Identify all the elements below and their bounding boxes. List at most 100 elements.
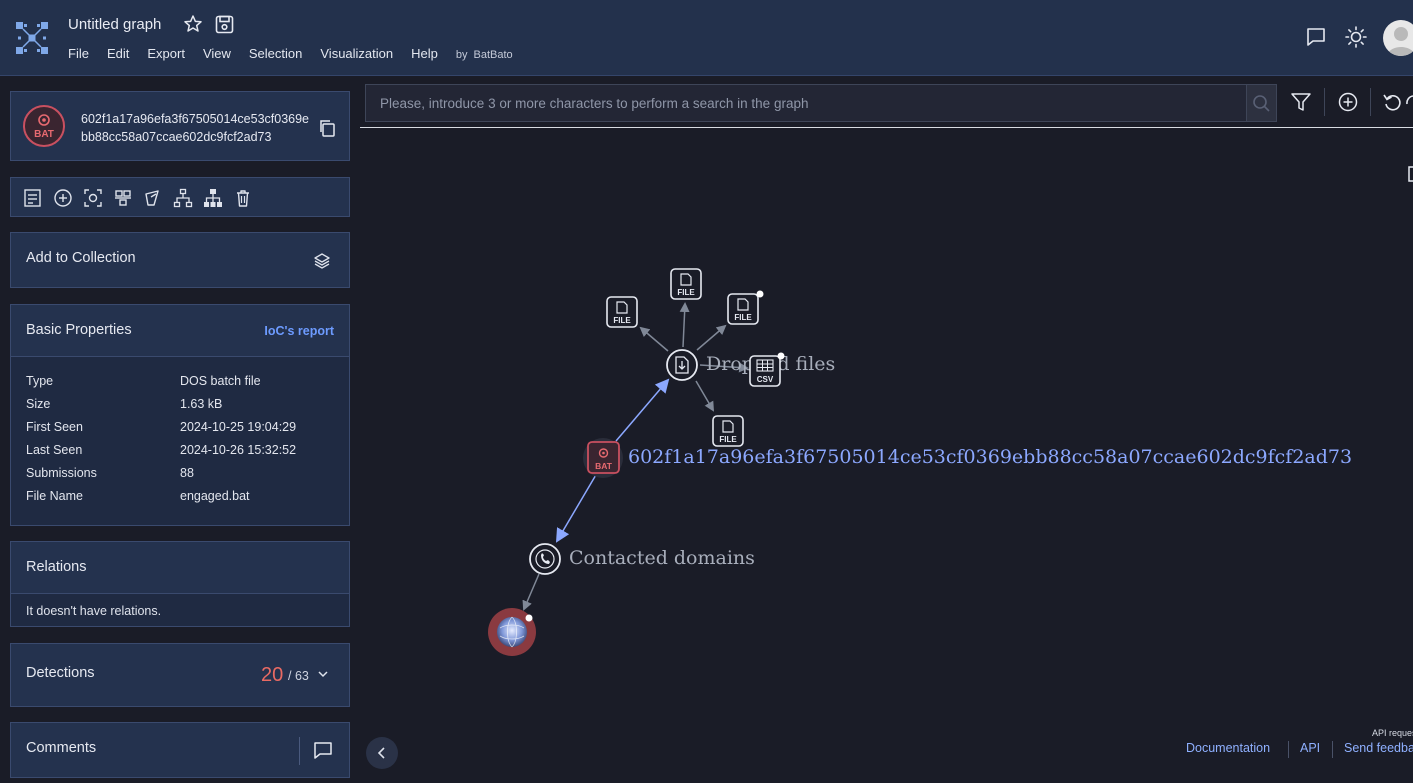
svg-text:FILE: FILE (677, 288, 695, 297)
menu-visualization[interactable]: Visualization (320, 46, 393, 61)
svg-text:CSV: CSV (757, 375, 774, 384)
top-bar: Untitled graph File Edit Export View Sel… (0, 0, 1413, 76)
hierarchy-icon[interactable] (203, 188, 223, 208)
chevron-down-icon[interactable] (317, 668, 329, 680)
edge-center-to-domains (555, 467, 601, 543)
footer-divider (1288, 741, 1289, 758)
ioc-report-link[interactable]: IoC's report (264, 324, 334, 338)
prop-value-submissions: 88 (180, 466, 194, 480)
search-icon (1253, 95, 1270, 112)
highlight-icon[interactable] (143, 188, 163, 208)
svg-text:FILE: FILE (734, 313, 752, 322)
relations-empty-text: It doesn't have relations. (26, 604, 162, 618)
csv-file-node[interactable]: CSV (749, 352, 785, 387)
contacted-domains-label: Contacted domains (569, 547, 755, 569)
user-avatar[interactable] (1383, 20, 1413, 56)
star-icon[interactable] (183, 14, 203, 34)
menu-help[interactable]: Help (411, 46, 438, 61)
graph-search-input[interactable] (365, 84, 1247, 122)
svg-text:BAT: BAT (595, 461, 613, 471)
svg-text:BAT: BAT (34, 129, 54, 140)
chevron-left-icon (377, 747, 385, 759)
trash-icon[interactable] (233, 188, 253, 208)
prop-value-type: DOS batch file (180, 374, 261, 388)
prop-key-submissions: Submissions (26, 466, 97, 480)
add-to-collection-label: Add to Collection (26, 250, 136, 266)
edge-dropped-to-file-1 (639, 326, 669, 352)
graph-logo-icon[interactable] (15, 21, 49, 55)
prop-value-file-name: engaged.bat (180, 489, 250, 503)
api-requests-label: API requests (1372, 728, 1413, 738)
prop-key-first-seen: First Seen (26, 420, 83, 434)
node-toolbar (10, 177, 350, 217)
copy-icon[interactable] (318, 119, 336, 137)
file-node-3[interactable]: FILE (727, 290, 764, 325)
dropped-files-node[interactable] (666, 349, 698, 381)
file-node-1[interactable]: FILE (606, 296, 638, 328)
relations-title: Relations (26, 559, 87, 575)
detections-title: Detections (26, 665, 95, 681)
toolbar-divider-2 (1370, 88, 1371, 116)
api-link[interactable]: API (1300, 741, 1320, 755)
group-nodes-icon[interactable] (113, 188, 133, 208)
send-feedback-link[interactable]: Send feedback (1344, 741, 1413, 755)
theme-sun-icon[interactable] (1345, 26, 1367, 48)
comments-panel[interactable]: Comments (10, 722, 350, 778)
filter-icon[interactable] (1290, 91, 1312, 113)
comments-divider (299, 737, 300, 765)
menu-edit[interactable]: Edit (107, 46, 129, 61)
domain-node[interactable] (488, 608, 536, 656)
search-button[interactable] (1246, 84, 1277, 122)
relations-header: Relations (11, 542, 349, 594)
tree-layout-icon[interactable] (173, 188, 193, 208)
menu-bar: File Edit Export View Selection Visualiz… (68, 46, 513, 61)
edge-dropped-to-file-3 (696, 324, 727, 351)
svg-text:FILE: FILE (613, 316, 631, 325)
add-node-icon[interactable] (1337, 91, 1359, 113)
file-node-2[interactable]: FILE (670, 268, 702, 300)
menu-export[interactable]: Export (147, 46, 185, 61)
edge-center-to-dropped (615, 378, 670, 442)
documentation-link[interactable]: Documentation (1186, 741, 1270, 755)
menu-view[interactable]: View (203, 46, 231, 61)
center-node-label: 602f1a17a96efa3f67505014ce53cf0369ebb88c… (628, 446, 1352, 468)
focus-icon[interactable] (83, 188, 103, 208)
redo-icon[interactable] (1404, 91, 1413, 113)
prop-key-last-seen: Last Seen (26, 443, 83, 457)
svg-text:FILE: FILE (719, 435, 737, 444)
comment-icon[interactable] (313, 740, 333, 760)
basic-properties-title: Basic Properties (26, 322, 132, 338)
prop-value-last-seen: 2024-10-26 15:32:52 (180, 443, 297, 457)
edge-dropped-to-file-4 (695, 380, 715, 412)
collapse-panel-button[interactable] (366, 737, 398, 769)
menu-file[interactable]: File (68, 46, 89, 61)
basic-properties-panel: Basic Properties IoC's report Type DOS b… (10, 304, 350, 526)
graph-title[interactable]: Untitled graph (68, 16, 161, 33)
detections-count: 20 (261, 664, 284, 686)
save-icon[interactable] (215, 15, 234, 34)
layers-icon (314, 253, 330, 269)
add-to-collection-button[interactable]: Add to Collection (10, 232, 350, 288)
file-node-4[interactable]: FILE (712, 415, 744, 447)
chat-icon[interactable] (1305, 26, 1327, 48)
by-label: by (455, 49, 468, 61)
comments-title: Comments (26, 740, 97, 756)
selected-node-card: BAT 602f1a17a96efa3f67505014ce53cf0369e … (10, 91, 350, 161)
relations-panel: Relations It doesn't have relations. (10, 541, 350, 627)
bat-file-badge: BAT (23, 105, 65, 147)
detections-panel[interactable]: Detections 20 / 63 (10, 643, 350, 707)
edge-domains-to-domain (522, 573, 540, 611)
basic-properties-header: Basic Properties IoC's report (11, 305, 349, 357)
bat-file-icon: BAT (34, 114, 54, 140)
detections-total: / 63 (288, 669, 309, 683)
undo-icon[interactable] (1382, 91, 1404, 113)
prop-value-size: 1.63 kB (180, 397, 223, 411)
details-icon[interactable] (23, 188, 43, 208)
expand-add-icon[interactable] (53, 188, 73, 208)
menu-selection[interactable]: Selection (249, 46, 302, 61)
center-bat-node[interactable]: BAT (583, 438, 623, 478)
contacted-domains-node[interactable] (529, 543, 561, 575)
footer-divider-2 (1332, 741, 1333, 758)
prop-key-type: Type (26, 374, 54, 388)
graph-canvas[interactable]: Dropped files FILE FILE FILE CSV FILE BA… (360, 128, 1413, 728)
